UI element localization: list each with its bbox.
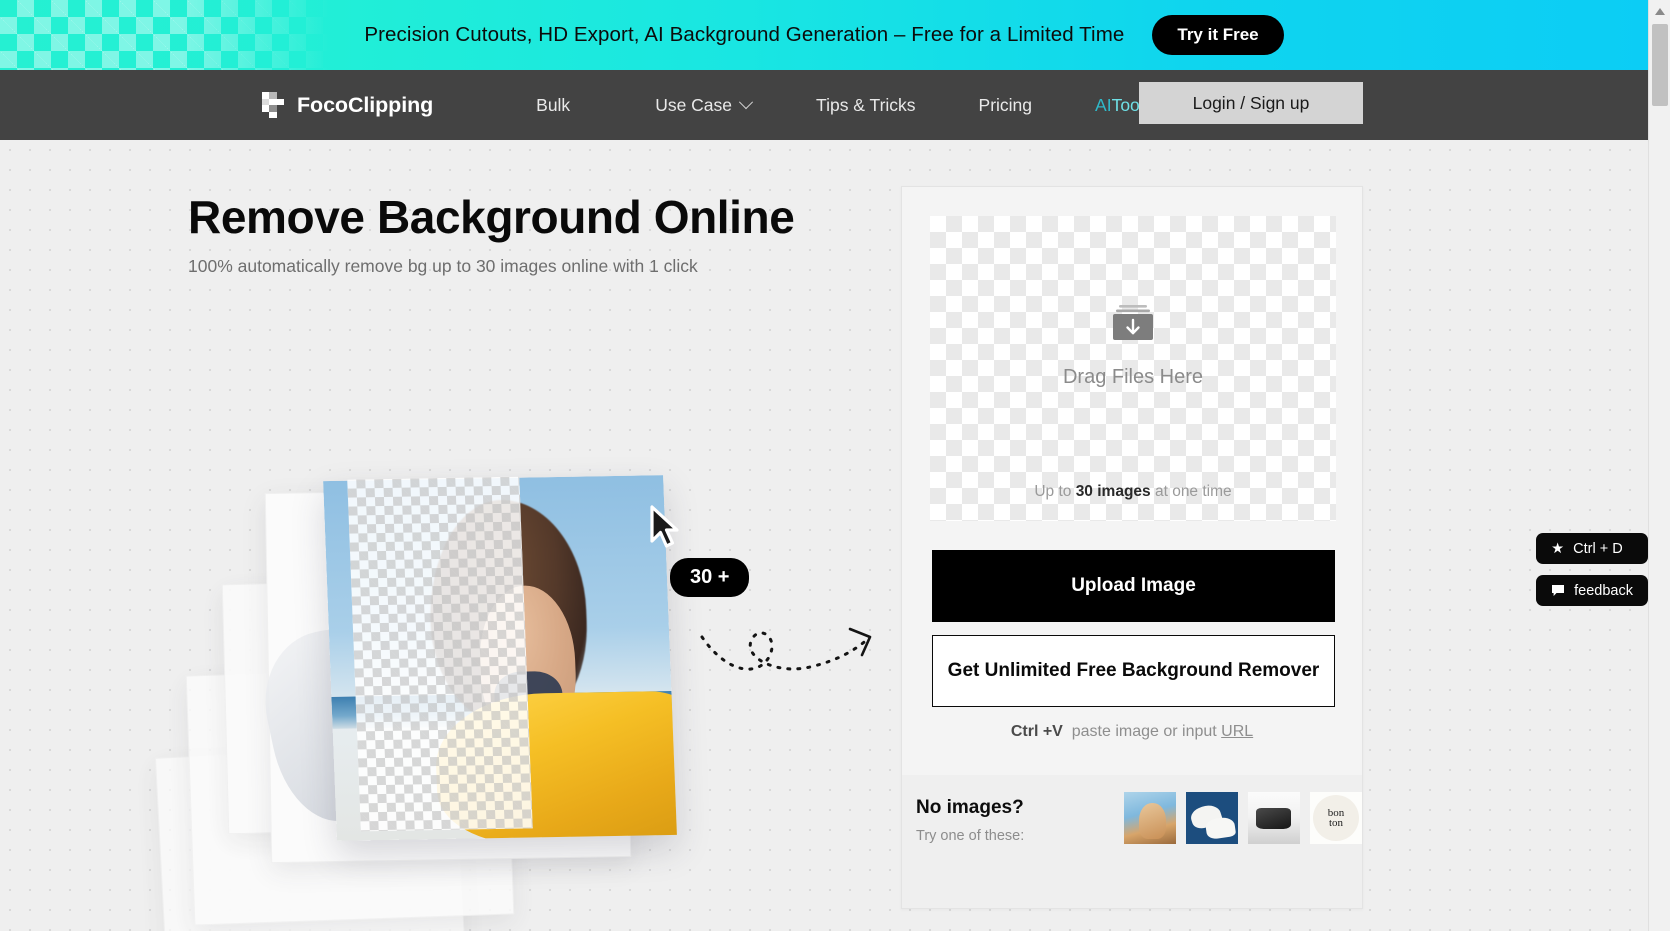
nav-item-use-case-label: Use Case xyxy=(655,94,733,115)
limit-suffix: at one time xyxy=(1150,483,1232,500)
sample-thumb-woman-sunglasses[interactable] xyxy=(1124,792,1176,844)
sample-images-text: No images? Try one of these: xyxy=(916,797,1024,844)
scrollbar-thumb[interactable] xyxy=(1652,24,1668,106)
sample-thumbnails: bon ton xyxy=(1124,792,1362,844)
sample-images-section: No images? Try one of these: bon ton xyxy=(902,775,1362,908)
scroll-up-arrow-icon[interactable] xyxy=(1649,0,1670,22)
main-content: Remove Background Online 100% automatica… xyxy=(0,140,1648,931)
promo-banner-content: Precision Cutouts, HD Export, AI Backgro… xyxy=(0,0,1648,70)
star-icon: ★ xyxy=(1551,540,1565,557)
sample-thumb-camera[interactable] xyxy=(1248,792,1300,844)
nav-item-tips-tricks-label: Tips & Tricks xyxy=(816,94,916,115)
dashed-arrow-icon xyxy=(698,615,888,690)
login-signup-button[interactable]: Login / Sign up xyxy=(1139,82,1363,124)
dropzone-content: Drag Files Here xyxy=(930,304,1336,389)
no-images-heading: No images? xyxy=(916,797,1024,818)
bon-ton-circle: bon ton xyxy=(1313,795,1359,841)
limit-count: 30 images xyxy=(1075,483,1151,500)
nav-links: Bulk Use Case Tips & Tricks Pricing AI T… xyxy=(536,92,1168,116)
navbar: FocoClipping Bulk Use Case Tips & Tricks… xyxy=(0,70,1648,140)
bookmark-shortcut-label: Ctrl + D xyxy=(1573,540,1623,557)
hero-illustration: 30 + xyxy=(150,330,872,931)
file-dropzone[interactable]: Drag Files Here Up to 30 images at one t… xyxy=(930,216,1336,521)
sample-thumb-sneakers[interactable] xyxy=(1186,792,1238,844)
paste-shortcut-label: Ctrl +V xyxy=(1010,723,1063,740)
nav-item-use-case[interactable]: Use Case xyxy=(655,94,754,116)
nav-item-pricing-label: Pricing xyxy=(978,94,1033,115)
upload-panel: Drag Files Here Up to 30 images at one t… xyxy=(901,186,1363,909)
dropzone-label: Drag Files Here xyxy=(1062,366,1204,388)
page-title: Remove Background Online xyxy=(188,191,795,243)
bon-ton-text: bon ton xyxy=(1328,808,1345,829)
upload-image-button[interactable]: Upload Image xyxy=(932,550,1335,622)
vertical-scrollbar[interactable] xyxy=(1648,0,1670,931)
brand-logo[interactable]: FocoClipping xyxy=(262,92,434,119)
paste-hint-text: paste image or input xyxy=(1071,723,1222,740)
floating-side-buttons: ★ Ctrl + D feedback xyxy=(1536,533,1648,606)
chevron-down-icon xyxy=(738,95,754,110)
ai-tools-prefix: AI xyxy=(1095,94,1112,115)
try-one-label: Try one of these: xyxy=(916,828,1025,844)
sample-thumb-bon-ton[interactable]: bon ton xyxy=(1310,792,1362,844)
dropzone-limit-note: Up to 30 images at one time xyxy=(930,483,1336,501)
feedback-label: feedback xyxy=(1574,582,1633,599)
image-count-badge: 30 + xyxy=(670,558,750,597)
nav-item-pricing[interactable]: Pricing xyxy=(979,95,1033,116)
nav-item-bulk[interactable]: Bulk xyxy=(536,95,570,116)
speech-bubble-icon xyxy=(1551,584,1565,597)
limit-prefix: Up to xyxy=(1034,483,1076,500)
try-it-free-button[interactable]: Try it Free xyxy=(1152,15,1284,55)
get-unlimited-button[interactable]: Get Unlimited Free Background Remover xyxy=(932,635,1335,707)
feedback-button[interactable]: feedback xyxy=(1536,575,1648,606)
cursor-arrow-icon xyxy=(648,505,682,554)
transparency-checker-overlay xyxy=(347,476,533,832)
page-root: Precision Cutouts, HD Export, AI Backgro… xyxy=(0,0,1670,931)
paste-url-link[interactable]: URL xyxy=(1221,723,1253,740)
nav-item-bulk-label: Bulk xyxy=(536,94,571,115)
page-subtitle: 100% automatically remove bg up to 30 im… xyxy=(188,256,698,276)
brand-name: FocoClipping xyxy=(297,92,434,117)
promo-text: Precision Cutouts, HD Export, AI Backgro… xyxy=(364,23,1125,46)
fococlipping-logo-icon xyxy=(262,92,284,119)
paste-hint-row: Ctrl +V paste image or input URL xyxy=(902,723,1362,741)
promo-banner: Precision Cutouts, HD Export, AI Backgro… xyxy=(0,0,1648,70)
bookmark-shortcut-button[interactable]: ★ Ctrl + D xyxy=(1536,533,1648,564)
nav-item-tips-tricks[interactable]: Tips & Tricks xyxy=(816,95,916,116)
bon-ton-line2: ton xyxy=(1328,817,1344,829)
inbox-download-icon xyxy=(1110,304,1156,349)
